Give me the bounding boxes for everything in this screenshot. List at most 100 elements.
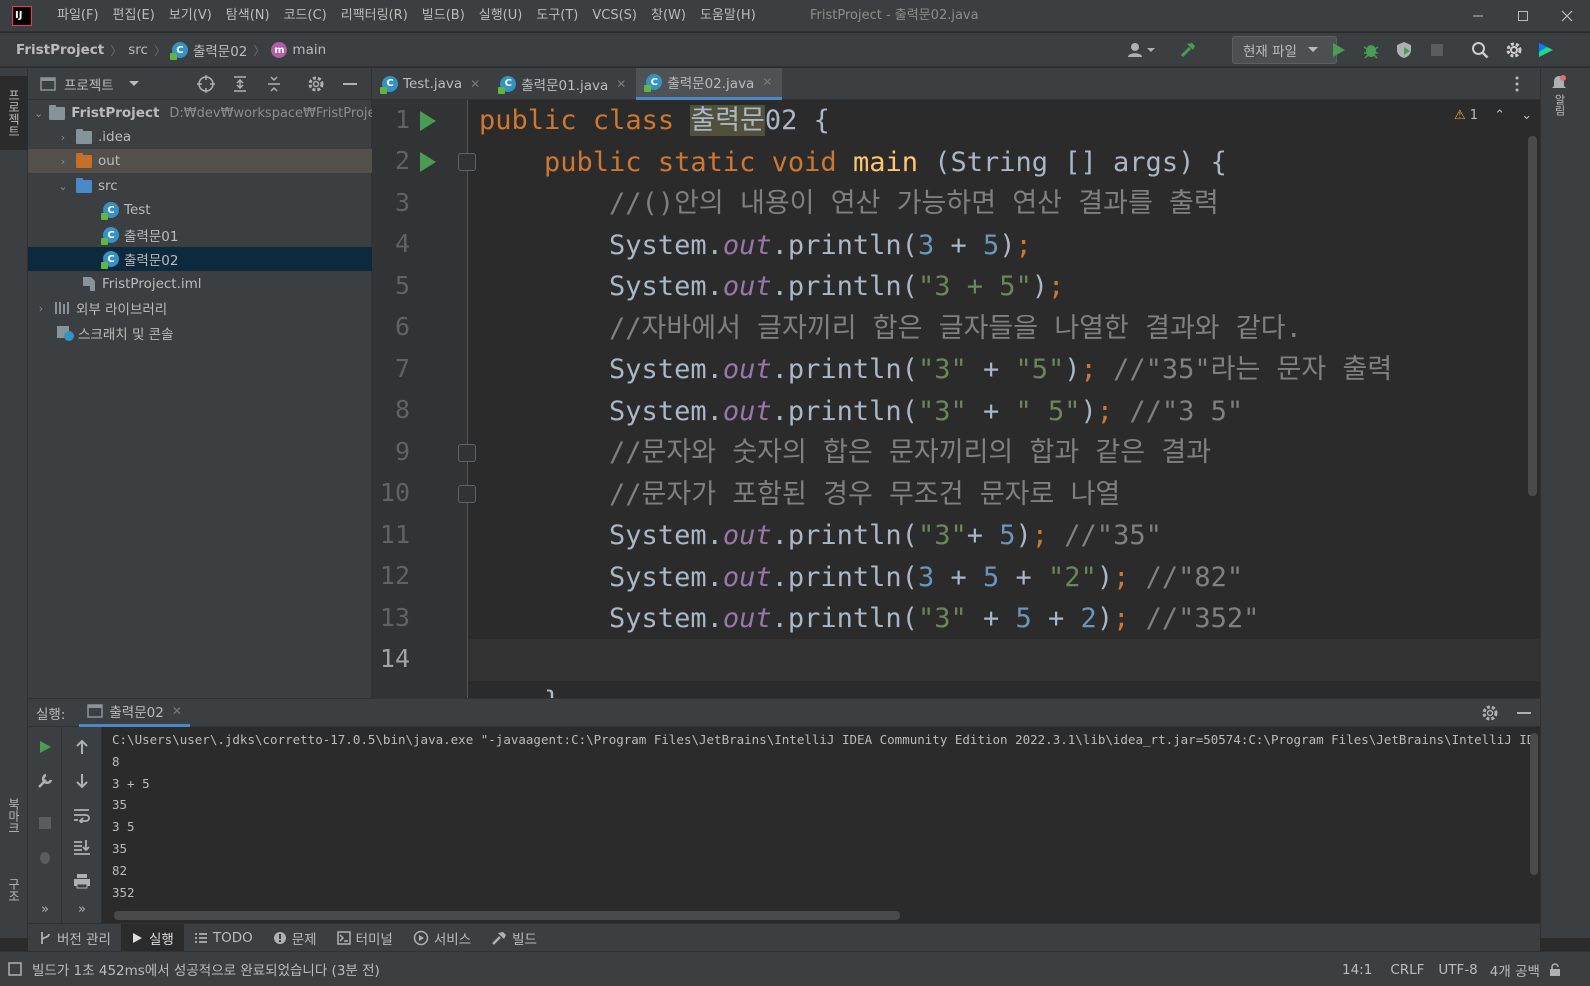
close-tab-icon[interactable]: ✕ [470,77,480,91]
structure-tool-tab[interactable]: 구조 [0,860,28,920]
editor-tab-menu-button[interactable] [1514,74,1520,94]
line-separator[interactable]: CRLF [1390,962,1424,978]
run-main-gutter-icon[interactable] [420,152,436,172]
tree-item-idea[interactable]: › .idea [28,125,372,149]
chevron-down-icon[interactable]: ⌄ [1521,108,1532,123]
project-options-button[interactable] [306,74,326,94]
code-line: //자바에서 글자끼리 합은 글자들을 나열한 결과와 같다. [609,312,1302,344]
close-window-button[interactable] [1544,0,1590,32]
menu-file[interactable]: 파일(F) [50,0,106,32]
build-button[interactable] [1174,36,1202,64]
tree-item-output02[interactable]: C 출력문02 [28,247,372,271]
close-tab-icon[interactable]: ✕ [172,704,182,718]
close-tab-icon[interactable]: ✕ [616,77,626,91]
menu-run[interactable]: 실행(U) [472,0,530,32]
wrench-icon [38,773,53,788]
hide-panel-button[interactable] [340,74,360,94]
editor-scrollbar[interactable] [1528,136,1537,496]
minimize-button[interactable] [1455,0,1501,32]
tree-item-external-libraries[interactable]: › 외부 라이브러리 [28,296,372,320]
breadcrumb-method[interactable]: main [292,42,326,58]
tree-item-iml[interactable]: FristProject.iml [28,272,372,296]
tree-item-project-root[interactable]: ⌄ FristProject D:₩dev₩workspace₩FristPro… [28,101,388,125]
run-class-gutter-icon[interactable] [420,111,436,131]
project-tool-tab[interactable]: 프로젝트 [0,76,28,150]
indent-setting[interactable]: 4개 공백 [1490,960,1540,980]
console-vertical-scrollbar[interactable] [1530,733,1538,875]
tree-item-test[interactable]: C Test [28,198,372,222]
chevron-up-icon[interactable]: ⌃ [1494,108,1505,123]
menu-build[interactable]: 빌드(B) [415,0,472,32]
run-button[interactable] [1324,36,1352,64]
menu-view[interactable]: 보기(V) [162,0,219,32]
shield-icon [1397,42,1411,58]
hide-run-panel-button[interactable] [1514,703,1534,723]
scroll-up-button[interactable] [67,733,97,761]
stop-run-button[interactable] [30,809,60,837]
project-view-select[interactable]: 프로젝트 [40,68,140,100]
menu-refactor[interactable]: 리팩터링(R) [334,0,415,32]
more-tools-icon[interactable]: » [30,895,60,923]
collapse-all-button[interactable] [264,74,284,94]
tree-item-scratches[interactable]: 스크래치 및 콘솔 [28,321,372,345]
rerun-button[interactable] [30,733,60,761]
tab-build[interactable]: 빌드 [481,924,547,952]
expand-all-button[interactable] [230,74,250,94]
locate-button[interactable] [196,74,216,94]
scroll-to-end-button[interactable] [67,833,97,861]
notifications-tool-tab[interactable]: 알림 [1551,74,1567,116]
run-configuration-select[interactable]: 현재 파일 [1232,36,1337,64]
menu-navigate[interactable]: 탐색(N) [219,0,277,32]
lock-icon[interactable] [1548,962,1562,977]
dump-threads-button[interactable] [30,843,60,871]
maximize-button[interactable] [1500,0,1546,32]
breadcrumb-class[interactable]: 출력문02 [193,40,247,60]
stop-button[interactable] [1423,36,1451,64]
fold-icon[interactable] [458,153,476,171]
fold-icon[interactable] [458,444,476,462]
tab-services[interactable]: 서비스 [403,924,481,952]
caret-position[interactable]: 14:1 [1342,962,1372,978]
tab-run[interactable]: 실행 [120,923,184,952]
tab-output02-java[interactable]: C 출력문02.java ✕ [636,67,783,100]
tab-terminal[interactable]: 터미널 [327,924,403,952]
settings-button[interactable] [1500,36,1528,64]
tree-item-out[interactable]: › out [28,149,372,173]
scroll-down-button[interactable] [67,767,97,795]
code-editor[interactable]: 1 2 3 4 5 6 7 8 9 10 11 12 13 14 ⚠ 1 ⌃ ⌄… [372,100,1540,698]
account-button[interactable] [1122,36,1162,64]
menu-tools[interactable]: 도구(T) [529,0,585,32]
coverage-button[interactable] [1390,36,1418,64]
menu-vcs[interactable]: VCS(S) [585,0,644,32]
tree-item-output01[interactable]: C 출력문01 [28,223,372,247]
bookmarks-tool-tab[interactable]: 북마크 [0,784,28,848]
run-tab-output02[interactable]: 출력문02 ✕ [79,699,190,727]
fold-icon[interactable] [458,485,476,503]
run-settings-button[interactable] [1480,703,1500,723]
menu-help[interactable]: 도움말(H) [693,0,763,32]
tab-output01-java[interactable]: C 출력문01.java ✕ [490,68,636,100]
file-encoding[interactable]: UTF-8 [1438,962,1477,978]
console-horizontal-scrollbar[interactable] [114,911,900,920]
breadcrumb-src[interactable]: src [128,42,148,58]
tab-version-control[interactable]: 버전 관리 [28,924,121,952]
more-tools-icon[interactable]: » [67,895,97,923]
print-button[interactable] [67,867,97,895]
inspection-widget[interactable]: ⚠ 1 ⌃ ⌄ [1454,108,1532,123]
tab-problems[interactable]: 문제 [263,924,327,952]
status-message[interactable]: 빌드가 1초 452ms에서 성공적으로 완료되었습니다 (3분 전) [32,959,380,979]
search-button[interactable] [1466,36,1494,64]
soft-wrap-button[interactable] [67,801,97,829]
menu-code[interactable]: 코드(C) [277,0,334,32]
tab-test-java[interactable]: C Test.java ✕ [372,68,490,100]
menu-edit[interactable]: 편집(E) [106,0,162,32]
menu-window[interactable]: 창(W) [644,0,693,32]
plugin-button[interactable] [1532,36,1560,64]
tree-item-src[interactable]: ⌄ src [28,174,372,198]
edit-config-button[interactable] [30,767,60,795]
debug-button[interactable] [1357,36,1385,64]
breadcrumb-project[interactable]: FristProject [16,42,104,58]
console-output[interactable]: C:\Users\user\.jdks\corretto-17.0.5\bin\… [112,729,1532,914]
tab-todo[interactable]: TODO [184,924,263,952]
close-tab-icon[interactable]: ✕ [762,75,772,89]
